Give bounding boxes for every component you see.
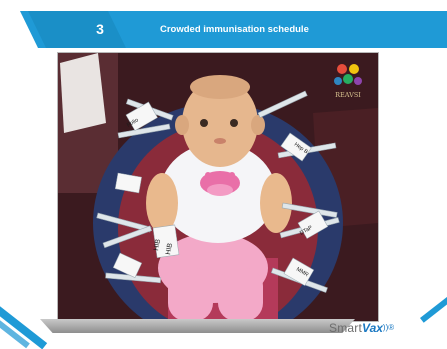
footer-stripe-right (420, 296, 447, 323)
logo-text: REAVSI (335, 91, 361, 99)
footer-bar (40, 319, 355, 333)
brand-name-main: Smart (329, 321, 363, 335)
slide-number: 3 (96, 21, 104, 37)
baby-doll-photo: REAVSI HIB HIB Polio Hep B DTaP MMR (57, 52, 379, 322)
registered-mark: ® (388, 323, 395, 332)
photo-illustration: REAVSI HIB HIB Polio Hep B DTaP MMR (58, 53, 378, 321)
smartvax-logo: SmartVax))® (329, 320, 394, 336)
slide-title: Crowded immunisation schedule (160, 24, 309, 35)
brand-name-accent: Vax (362, 321, 383, 335)
